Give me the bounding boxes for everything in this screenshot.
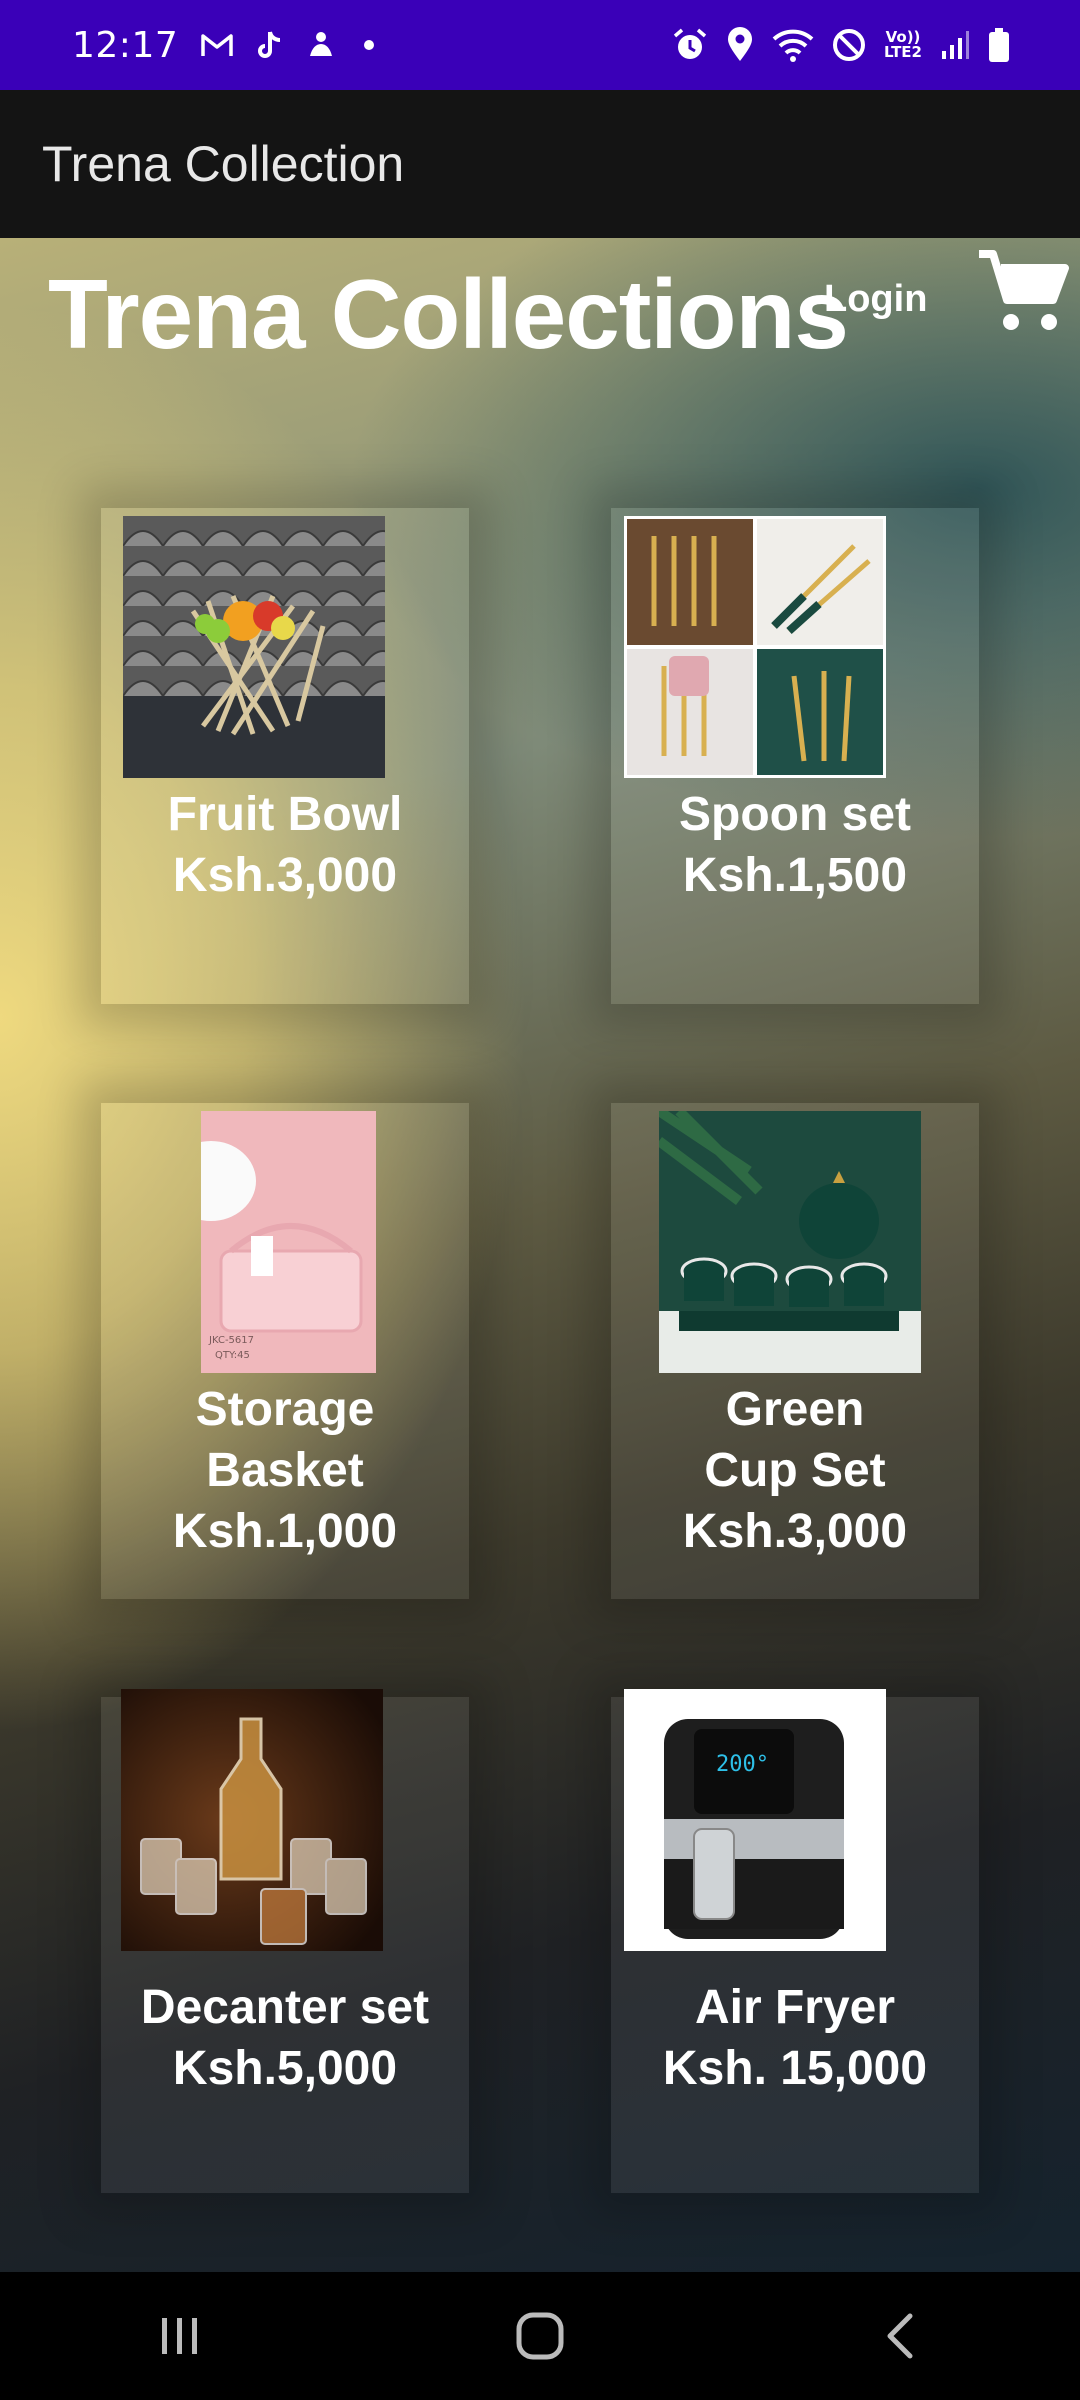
location-icon [728,27,752,61]
wifi-icon [772,29,814,62]
product-name: Air Fryer [694,1981,896,2034]
app-notification-icon [310,32,333,56]
product-name: Spoon set [678,788,911,841]
product-price: Ksh.5,000 [172,2042,398,2095]
app-bar: Trena Collection [0,90,1080,238]
product-card-green-cup-set[interactable]: Green Cup Set Ksh.3,000 [611,1103,979,1599]
app-bar-title: Trena Collection [42,136,405,192]
product-name: Storage Basket [195,1383,375,1497]
home-icon [516,2312,564,2360]
tiktok-icon [258,31,281,58]
product-image-storage-basket[interactable]: JKC-5617 QTY:45 [201,1111,376,1373]
air-fryer-display: 200° [716,1752,769,1777]
navigation-bar [0,2272,1080,2400]
product-price: Ksh.1,000 [172,1505,398,1558]
alarm-icon [673,28,707,59]
product-image-fruit-bowl[interactable] [123,516,385,778]
basket-tag-code: JKC-5617 [208,1335,254,1346]
status-bar: 12:17 Vo)) LTE2 [0,0,1080,90]
product-info: Green Cup Set Ksh.3,000 [611,1379,979,1562]
product-price: Ksh.3,000 [682,1505,908,1558]
product-price: Ksh.3,000 [172,849,398,902]
product-info: Spoon set Ksh.1,500 [611,784,979,906]
product-image-green-cup-set[interactable] [659,1111,921,1373]
product-info: Fruit Bowl Ksh.3,000 [101,784,469,906]
product-name: Decanter set [140,1981,430,2034]
product-info: Decanter set Ksh.5,000 [101,1977,469,2099]
volte-icon: Vo)) LTE2 [884,30,922,60]
recent-apps-icon [162,2318,197,2354]
back-icon [887,2313,913,2359]
product-image-decanter-set[interactable] [121,1689,383,1951]
brand-title: Trena Collections [48,259,849,369]
status-time: 12:17 [72,24,179,66]
notification-dot [364,40,375,50]
gmail-icon [201,34,233,56]
product-card-spoon-set[interactable]: Spoon set Ksh.1,500 [611,508,979,1004]
lte-label: LTE2 [884,43,922,61]
do-not-disturb-icon [833,29,865,61]
signal-icon [942,31,969,59]
product-info: Air Fryer Ksh. 15,000 [611,1977,979,2099]
main-content[interactable]: Trena Collections Login Fruit Bowl Ksh.3… [0,238,1080,2272]
home-button[interactable] [480,2296,600,2376]
product-card-air-fryer[interactable]: 200° Air Fryer Ksh. 15,000 [611,1689,979,2193]
product-name: Fruit Bowl [167,788,403,841]
battery-icon [989,28,1009,62]
product-card-decanter-set[interactable]: Decanter set Ksh.5,000 [101,1689,469,2193]
back-button[interactable] [840,2296,960,2376]
product-card-storage-basket[interactable]: JKC-5617 QTY:45 Storage Basket Ksh.1,000 [101,1103,469,1599]
product-price: Ksh.1,500 [682,849,908,902]
shopping-cart-icon[interactable] [975,244,1075,344]
product-image-air-fryer[interactable]: 200° [624,1689,886,1951]
recent-apps-button[interactable] [120,2296,240,2376]
product-image-spoon-set[interactable] [624,516,886,778]
basket-tag-qty: QTY:45 [215,1350,250,1361]
product-card-fruit-bowl[interactable]: Fruit Bowl Ksh.3,000 [101,508,469,1004]
product-price: Ksh. 15,000 [662,2042,928,2095]
product-info: Storage Basket Ksh.1,000 [101,1379,469,1562]
login-link[interactable]: Login [824,278,927,321]
product-name: Green Cup Set [704,1383,886,1497]
